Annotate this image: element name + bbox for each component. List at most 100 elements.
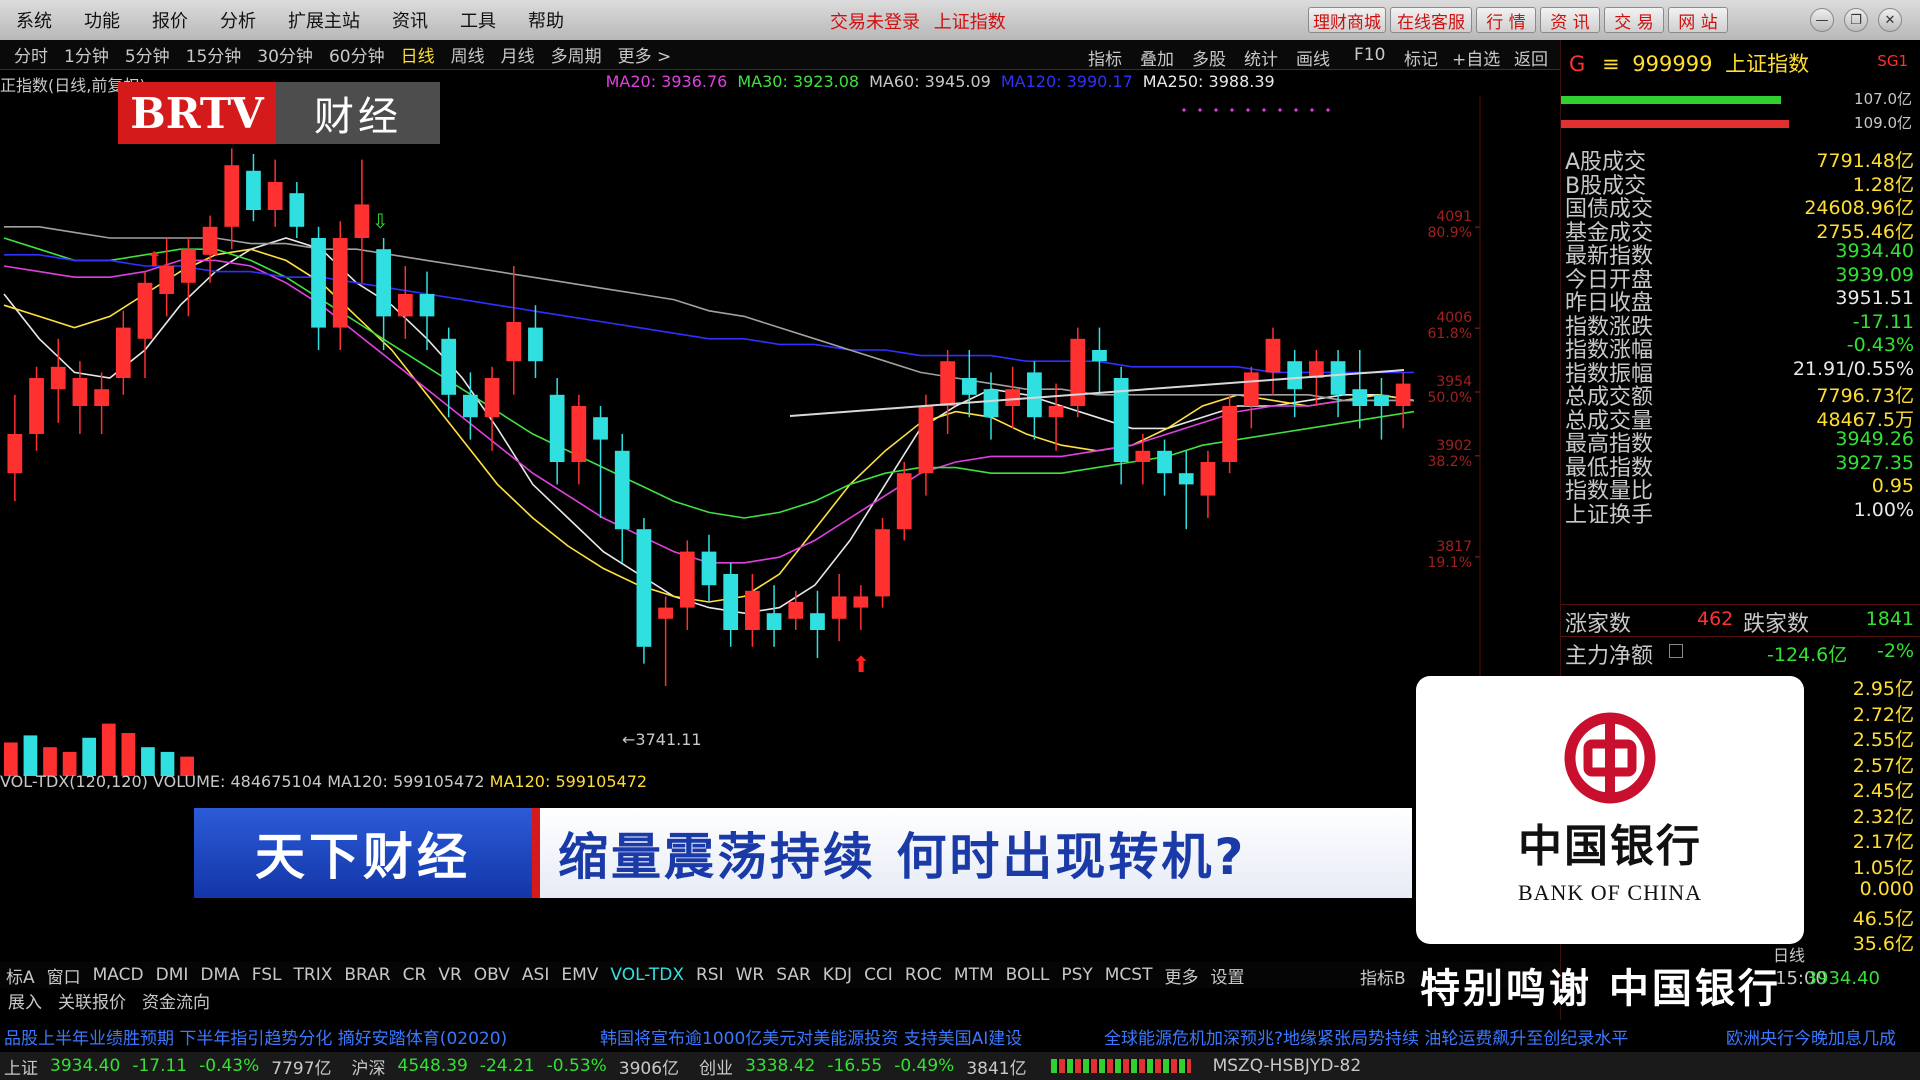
candle-body [766,613,782,630]
indicator-emv[interactable]: EMV [555,965,604,985]
candle-body [701,551,717,586]
ticker-item[interactable]: 欧洲央行今晚加息几成 [1726,1024,1896,1049]
indicator-brar[interactable]: BRAR [338,965,396,985]
tool-add-favorite[interactable]: +自选 [1452,45,1500,70]
website-button[interactable]: 网 站 [1668,7,1728,33]
close-icon[interactable]: ✕ [1878,8,1902,32]
menu-quote[interactable]: 报价 [136,7,204,33]
price-pct-label: 38.2% [1428,454,1472,470]
menu-extended-station[interactable]: 扩展主站 [272,7,376,33]
indicator-wr[interactable]: WR [730,965,771,985]
tool-multi-stock[interactable]: 多股 [1192,45,1226,70]
indicator-cr[interactable]: CR [397,965,433,985]
kline-chart[interactable]: 409180.9% 400661.8% 395450.0% 390238.2% 3817… [0,96,1560,776]
candle-body [1287,361,1303,390]
tool-overlay[interactable]: 叠加 [1140,45,1174,70]
indicator-roc[interactable]: ROC [899,965,948,985]
indicator-cci[interactable]: CCI [858,965,899,985]
indicator-fsl[interactable]: FSL [246,965,288,985]
period-multi[interactable]: 多周期 [543,42,610,67]
indicator-macd[interactable]: MACD [87,965,150,985]
news-button[interactable]: 资 讯 [1540,7,1600,33]
restore-icon[interactable]: ❐ [1844,8,1868,32]
tab-expand[interactable]: 展入 [0,988,50,1014]
indicator-a[interactable]: 标A [0,963,41,988]
indicator-psy[interactable]: PSY [1055,965,1098,985]
period-60min[interactable]: 60分钟 [321,42,393,67]
candle-body [1157,450,1172,474]
candle-body [810,613,825,630]
indicator-kdj[interactable]: KDJ [817,965,858,985]
tool-f10[interactable]: F10 [1354,45,1385,65]
menu-lines-icon[interactable]: ≡ [1602,52,1620,76]
market-button[interactable]: 行 情 [1476,7,1536,33]
minimize-icon[interactable]: — [1810,8,1834,32]
indicator-trix[interactable]: TRIX [288,965,339,985]
wealth-mall-button[interactable]: 理财商城 [1308,7,1386,33]
period-monthly[interactable]: 月线 [493,42,543,67]
tool-draw-line[interactable]: 画线 [1296,45,1330,70]
indicator-b-button[interactable]: 指标B [1360,964,1406,989]
candle-body [1374,394,1389,406]
indicator-mcst[interactable]: MCST [1099,965,1159,985]
net-flow-toggle-icon[interactable] [1669,644,1683,658]
online-service-button[interactable]: 在线客服 [1390,7,1472,33]
indicator-dmi[interactable]: DMI [150,965,195,985]
bottom-tabs: 展入 关联报价 资金流向 [0,988,218,1014]
period-intraday[interactable]: 分时 [0,42,56,67]
menu-news[interactable]: 资讯 [376,7,444,33]
right-price: 3934.40 [1805,968,1880,989]
tab-related-quote[interactable]: 关联报价 [50,988,134,1014]
indicator-sar[interactable]: SAR [770,965,817,985]
indicator-dma[interactable]: DMA [194,965,245,985]
indicator-mtm[interactable]: MTM [948,965,1000,985]
period-15min[interactable]: 15分钟 [178,42,250,67]
candle-body [7,434,23,474]
indicator-obv[interactable]: OBV [468,965,516,985]
candle-body [50,366,66,390]
tool-indicator[interactable]: 指标 [1088,45,1122,70]
volume-bar [4,742,18,776]
price-pct-label: 50.0% [1428,390,1472,406]
stat-value: 21.91/0.55% [1792,357,1914,380]
period-more[interactable]: 更多 > [610,42,680,67]
period-1min[interactable]: 1分钟 [56,42,117,67]
signal-dot [1246,108,1250,112]
sell-volume-value: 109.0亿 [1854,114,1912,132]
indicator-[interactable]: 更多 [1158,963,1204,988]
tab-capital-flow[interactable]: 资金流向 [134,988,218,1014]
fall-label: 跌家数 [1743,612,1810,637]
tool-back[interactable]: 返回 [1514,45,1548,70]
ticker-item[interactable]: 全球能源危机加深预兆?地缘紧张局势持续 油轮运费飙升至创纪录水平 [1104,1024,1628,1049]
menu-analysis[interactable]: 分析 [204,7,272,33]
ticker-item[interactable]: 韩国将宣布逾1000亿美元对美能源投资 支持美国AI建设 [600,1024,1022,1049]
indicator-[interactable]: 设置 [1204,963,1250,988]
tool-statistics[interactable]: 统计 [1244,45,1278,70]
trade-button[interactable]: 交 易 [1604,7,1664,33]
buy-volume-bar [1561,96,1781,104]
menu-function[interactable]: 功能 [68,7,136,33]
indicator-vr[interactable]: VR [432,965,467,985]
candle-body [636,529,652,647]
indicator-boll[interactable]: BOLL [1000,965,1056,985]
stock-header: G ≡ 999999 上证指数 [1569,48,1809,78]
menu-help[interactable]: 帮助 [512,7,580,33]
indicator-asi[interactable]: ASI [516,965,555,985]
price-label: 4006 [1436,310,1472,326]
buy-arrow-icon: ⬆ [852,653,870,678]
menu-tools[interactable]: 工具 [444,7,512,33]
menu-system[interactable]: 系统 [0,7,68,33]
net-flow-label: 主力净额 [1565,644,1654,669]
indicator-[interactable]: 窗口 [41,963,87,988]
ma20-value: MA20: 3936.76 [605,72,728,91]
period-30min[interactable]: 30分钟 [249,42,321,67]
indicator-voltdx[interactable]: VOL-TDX [604,965,690,985]
indicator-rsi[interactable]: RSI [690,965,730,985]
ticker-item[interactable]: 品股上半年业绩胜预期 下半年指引趋势分化 摘好安踏体育(02020) [4,1024,507,1049]
period-daily[interactable]: 日线 [393,42,443,67]
tool-mark[interactable]: 标记 [1404,45,1438,70]
vol-ma120-b: MA120: 599105472 [489,772,648,791]
period-weekly[interactable]: 周线 [443,42,493,67]
sh-pct: -0.43% [199,1056,260,1076]
period-5min[interactable]: 5分钟 [117,42,178,67]
